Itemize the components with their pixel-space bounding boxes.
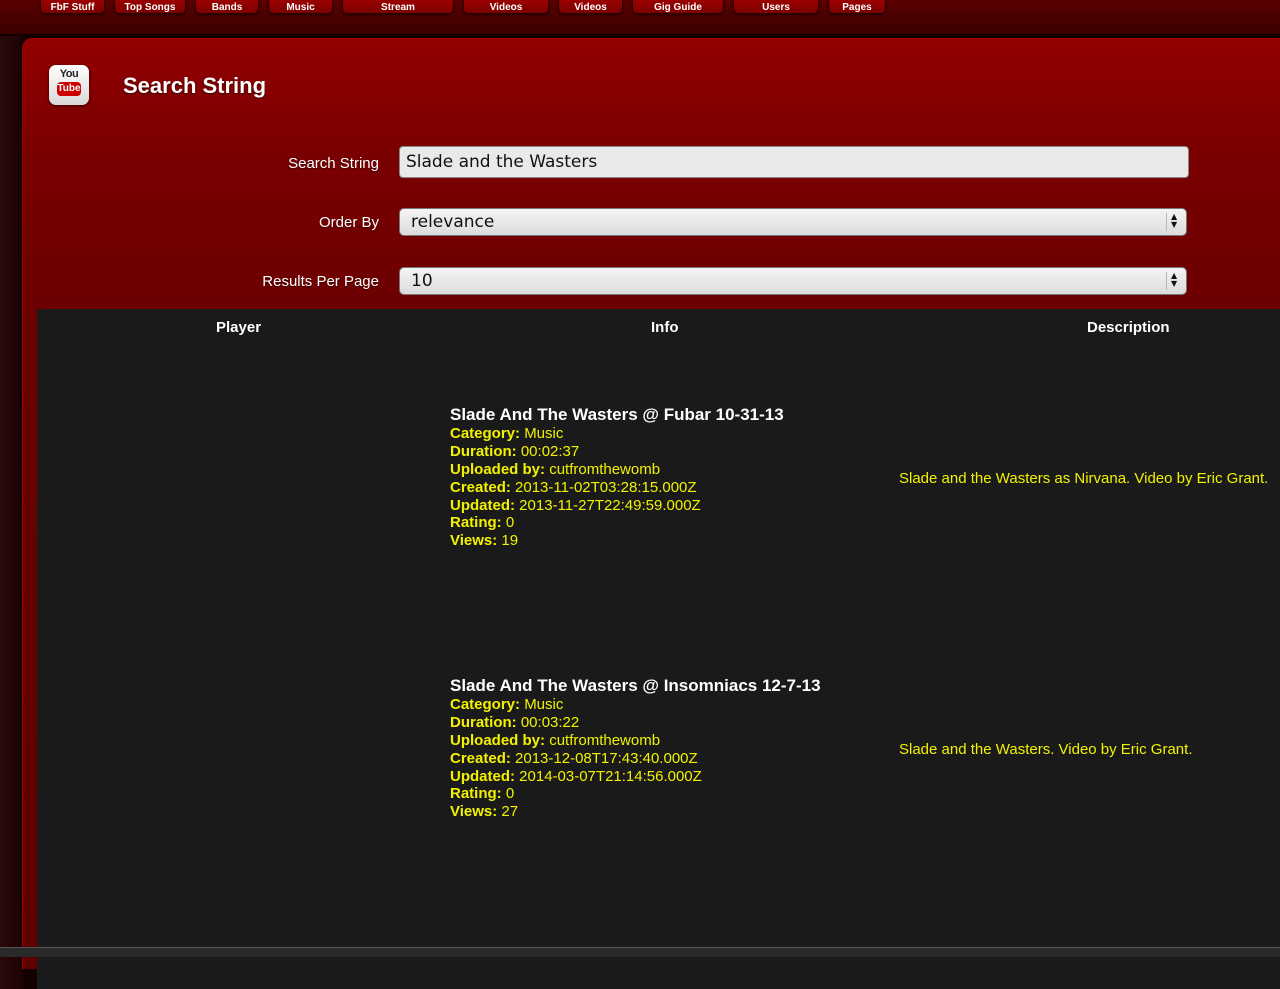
nav-item-stream[interactable]: Stream <box>342 0 454 14</box>
top-nav-bar: FbF Stuff Top Songs Bands Music Stream V… <box>0 0 1280 36</box>
video-created: 2013-12-08T17:43:40.000Z <box>515 749 698 767</box>
nav-item-videos-2[interactable]: Videos <box>558 0 623 14</box>
search-string-label: Search String <box>288 155 379 172</box>
nav-item-videos[interactable]: Videos <box>463 0 549 14</box>
page-title: Search String <box>123 73 267 98</box>
search-panel: You Tube Search String Search String Ord… <box>22 38 1280 989</box>
video-uploader: cutfromthewomb <box>549 731 661 749</box>
video-views: 19 <box>501 532 519 550</box>
youtube-logo-icon: You Tube <box>49 65 89 105</box>
video-rating: 0 <box>505 514 515 532</box>
results-per-page-select[interactable]: 10 ▲ ▼ <box>399 267 1187 295</box>
video-created: 2013-11-02T03:28:15.000Z <box>515 478 697 496</box>
results-per-page-value: 10 <box>411 271 433 291</box>
video-title[interactable]: Slade And The Wasters @ Fubar 10-31-13 <box>450 406 784 424</box>
column-header-info: Info <box>651 319 679 336</box>
column-header-description: Description <box>1087 319 1170 336</box>
video-updated: 2013-11-27T22:49:59.000Z <box>519 496 701 514</box>
results-per-page-label: Results Per Page <box>262 273 379 290</box>
video-info: Slade And The Wasters @ Insomniacs 12-7-… <box>450 676 821 821</box>
video-category: Music <box>524 695 564 713</box>
results-table: Player Info Description Slade And The Wa… <box>37 309 1280 989</box>
video-category: Music <box>524 424 564 442</box>
search-input[interactable] <box>399 146 1189 178</box>
order-by-select[interactable]: relevance ▲ ▼ <box>399 208 1187 236</box>
video-description: Slade and the Wasters as Nirvana. Video … <box>899 470 1269 487</box>
order-by-value: relevance <box>411 212 495 232</box>
video-uploader: cutfromthewomb <box>549 460 661 478</box>
video-duration: 00:02:37 <box>520 442 580 460</box>
video-duration: 00:03:22 <box>520 713 580 731</box>
table-row: Slade And The Wasters @ Insomniacs 12-7-… <box>37 640 1277 900</box>
select-arrows-icon: ▲ ▼ <box>1166 272 1181 290</box>
nav-item-music[interactable]: Music <box>268 0 333 14</box>
video-title[interactable]: Slade And The Wasters @ Insomniacs 12-7-… <box>450 677 821 695</box>
video-description: Slade and the Wasters. Video by Eric Gra… <box>899 741 1193 758</box>
nav-item-top-songs[interactable]: Top Songs <box>114 0 186 14</box>
video-info: Slade And The Wasters @ Fubar 10-31-13 C… <box>450 405 784 550</box>
nav-item-pages[interactable]: Pages <box>828 0 886 14</box>
video-rating: 0 <box>505 785 515 803</box>
nav-item-fbf-stuff[interactable]: FbF Stuff <box>40 0 105 14</box>
order-by-label: Order By <box>318 214 379 231</box>
nav-item-gig-guide[interactable]: Gig Guide <box>632 0 724 14</box>
nav-item-bands[interactable]: Bands <box>195 0 259 14</box>
video-views: 27 <box>501 803 519 821</box>
table-row: Slade And The Wasters @ Fubar 10-31-13 C… <box>37 369 1277 629</box>
nav-menu: FbF Stuff Top Songs Bands Music Stream V… <box>40 0 886 14</box>
nav-item-users[interactable]: Users <box>733 0 819 14</box>
column-header-player: Player <box>216 319 262 336</box>
select-arrows-icon: ▲ ▼ <box>1166 213 1181 231</box>
video-updated: 2014-03-07T21:14:56.000Z <box>519 767 702 785</box>
